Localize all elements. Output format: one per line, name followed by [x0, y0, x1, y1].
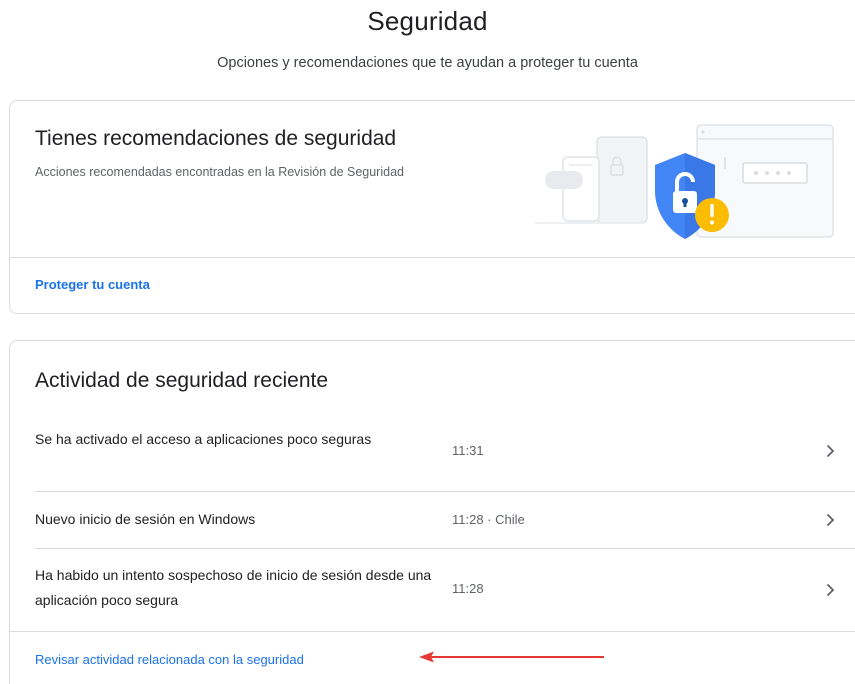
- chevron-right-icon: [826, 583, 835, 597]
- review-security-activity-link[interactable]: Revisar actividad relacionada con la seg…: [35, 652, 304, 667]
- card-divider: [10, 631, 855, 632]
- tablet-illustration: [596, 136, 648, 224]
- recent-activity-title: Actividad de seguridad reciente: [35, 369, 329, 392]
- recommendations-title: Tienes recomendaciones de seguridad: [35, 127, 397, 150]
- warning-icon: [695, 198, 729, 232]
- activity-row-title: Ha habido un intento sospechoso de inici…: [35, 567, 432, 608]
- annotation-arrow-icon: [419, 651, 604, 663]
- chevron-right-icon: [826, 513, 835, 527]
- security-illustration: [535, 124, 834, 239]
- recent-security-activity-card: Actividad de seguridad reciente Se ha ac…: [9, 340, 855, 684]
- card-divider: [10, 257, 855, 258]
- chevron-right-icon: [826, 444, 835, 458]
- activity-row-less-secure-apps[interactable]: Se ha activado el acceso a aplicaciones …: [35, 426, 855, 481]
- activity-row-new-signin-windows[interactable]: Nuevo inicio de sesión en Windows 11:28 …: [35, 492, 855, 548]
- activity-row-title: Se ha activado el acceso a aplicaciones …: [35, 431, 372, 447]
- recommendations-description: Acciones recomendadas encontradas en la …: [35, 165, 404, 179]
- activity-row-time: 11:28 · Chile: [452, 512, 525, 527]
- page-title: Seguridad: [367, 6, 488, 36]
- page-subtitle: Opciones y recomendaciones que te ayudan…: [217, 55, 638, 71]
- protect-account-link[interactable]: Proteger tu cuenta: [35, 277, 150, 292]
- activity-row-suspicious-attempt[interactable]: Ha habido un intento sospechoso de inici…: [35, 549, 855, 631]
- activity-row-title: Nuevo inicio de sesión en Windows: [35, 511, 256, 527]
- activity-row-time: 11:31: [452, 443, 484, 458]
- activity-row-time: 11:28: [452, 581, 484, 596]
- security-recommendations-card: Tienes recomendaciones de seguridad Acci…: [9, 100, 855, 314]
- security-page: Seguridad Opciones y recomendaciones que…: [0, 0, 855, 684]
